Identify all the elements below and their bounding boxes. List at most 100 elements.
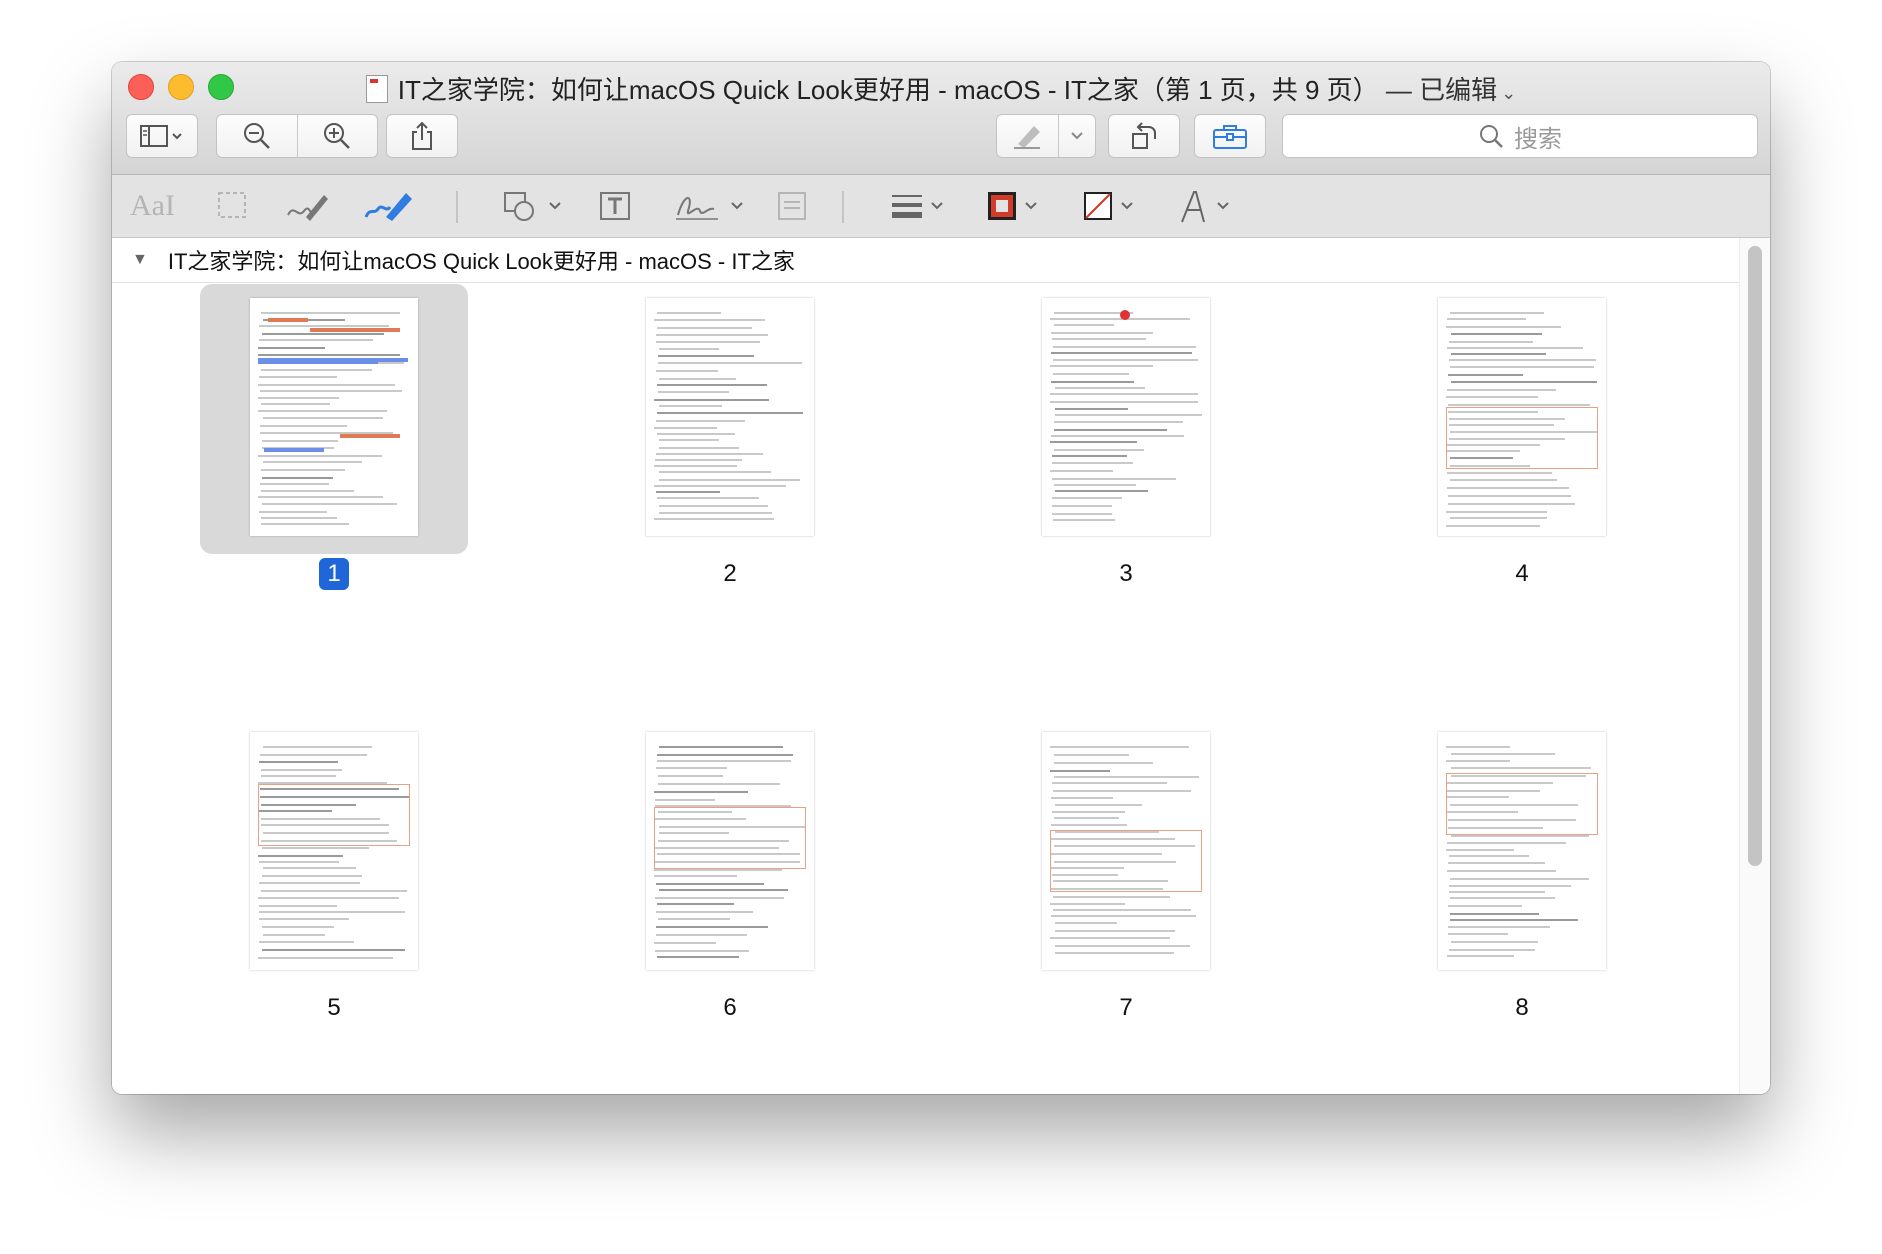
page-text-line <box>1448 503 1575 505</box>
page-text-line <box>259 882 360 884</box>
page-text-line <box>659 439 719 441</box>
page-text-line <box>654 427 717 429</box>
zoom-in-button[interactable] <box>298 121 378 151</box>
page-highlight <box>340 434 400 438</box>
page-thumbnail[interactable]: 4 <box>1388 284 1656 587</box>
page-text-line <box>655 459 742 461</box>
line-style-tool[interactable] <box>890 187 944 225</box>
thumbnail-content-area[interactable]: ▼ IT之家学院：如何让macOS Quick Look更好用 - macOS … <box>112 238 1770 1094</box>
page-text-line <box>259 511 327 513</box>
document-section-header[interactable]: ▼ IT之家学院：如何让macOS Quick Look更好用 - macOS … <box>112 238 1742 283</box>
rotate-button[interactable] <box>1108 114 1180 158</box>
page-text-line <box>261 769 342 771</box>
page-text-line <box>1053 909 1191 911</box>
page-text-line <box>1449 855 1529 857</box>
page-text-line <box>258 384 395 386</box>
page-text-line <box>1451 941 1538 943</box>
disclosure-triangle-icon[interactable]: ▼ <box>132 251 148 269</box>
text-box-tool[interactable] <box>598 187 634 225</box>
page-thumbnail[interactable]: 2 <box>596 284 864 587</box>
share-button[interactable] <box>386 114 458 158</box>
window-title[interactable]: IT之家学院：如何让macOS Quick Look更好用 - macOS - … <box>112 70 1770 107</box>
border-color-icon <box>988 192 1016 220</box>
page-text-line <box>1052 782 1167 784</box>
page-text-line <box>261 469 345 471</box>
page-text-line <box>657 412 803 414</box>
markup-toolbar-button[interactable] <box>1194 114 1266 158</box>
page-text-line <box>1055 930 1175 932</box>
page-text-line <box>1447 318 1526 320</box>
page-text-line <box>1447 955 1514 957</box>
page-text-line <box>659 348 719 350</box>
page-text-line <box>659 447 739 449</box>
page-text-line <box>659 479 800 481</box>
page-text-line <box>654 942 716 944</box>
page-text-line <box>262 875 362 877</box>
highlight-pen-button[interactable] <box>997 122 1058 150</box>
page-text-line <box>657 754 793 756</box>
page-thumbnail[interactable]: 8 <box>1388 718 1656 1021</box>
vertical-scrollbar[interactable] <box>1748 246 1762 866</box>
page-text-line <box>1447 472 1552 474</box>
page-text-line <box>654 485 786 487</box>
page-text-line <box>1053 373 1129 375</box>
page-number-label: 5 <box>200 992 468 1024</box>
dashed-rect-icon <box>218 192 246 218</box>
draw-tool[interactable] <box>362 187 414 225</box>
page-thumbnail[interactable]: 6 <box>596 718 864 1021</box>
page-text-line <box>656 453 763 455</box>
chevron-down-icon[interactable]: ⌄ <box>1501 83 1516 103</box>
chevron-down-icon <box>931 202 943 210</box>
zoom-in-icon <box>324 123 351 149</box>
page-text-line <box>1050 393 1198 395</box>
text-style-tool[interactable] <box>1178 187 1230 225</box>
page-thumbnail[interactable]: 1 <box>200 284 468 590</box>
page-text-line <box>1052 505 1112 507</box>
page-text-line <box>1052 455 1127 457</box>
page-text-line <box>1448 926 1550 928</box>
page-comment-box <box>654 807 806 869</box>
page-text-line <box>658 391 729 393</box>
text-selection-label: AaI <box>130 189 175 222</box>
zoom-out-button[interactable] <box>217 121 297 151</box>
page-text-line <box>1448 862 1545 864</box>
search-field[interactable]: 搜索 <box>1282 114 1758 158</box>
page-text-line <box>658 355 754 357</box>
note-icon <box>778 192 806 220</box>
shapes-tool[interactable] <box>502 187 562 225</box>
page-text-line <box>258 496 383 498</box>
page-text-line <box>1051 824 1127 826</box>
page-preview <box>646 298 814 536</box>
text-selection-tool[interactable]: AaI <box>130 187 175 225</box>
highlight-button[interactable] <box>996 114 1096 158</box>
page-text-line <box>659 471 771 473</box>
page-text-line <box>258 397 339 399</box>
page-text-line <box>1446 760 1510 762</box>
note-tool[interactable] <box>776 187 808 225</box>
sign-tool[interactable] <box>674 187 744 225</box>
page-text-line <box>262 926 334 928</box>
page-text-line <box>1450 878 1589 880</box>
page-text-line <box>1448 495 1571 497</box>
page-number-label: 2 <box>596 558 864 590</box>
page-text-line <box>259 325 389 327</box>
scroll-track[interactable] <box>1739 238 1770 1094</box>
page-thumbnail[interactable]: 7 <box>992 718 1260 1021</box>
page-thumbnail[interactable]: 5 <box>200 718 468 1021</box>
page-text-line <box>657 497 759 499</box>
page-text-line <box>1050 470 1113 472</box>
sketch-tool[interactable] <box>284 187 330 225</box>
page-text-line <box>1447 347 1583 349</box>
text-style-icon <box>1181 191 1205 223</box>
border-color-tool[interactable] <box>986 187 1038 225</box>
fill-color-tool[interactable] <box>1082 187 1134 225</box>
page-text-line <box>259 761 338 763</box>
page-text-line <box>1446 525 1540 527</box>
rect-selection-tool[interactable] <box>216 187 250 225</box>
sidebar-view-button[interactable] <box>126 114 198 158</box>
page-text-line <box>1055 952 1174 954</box>
page-thumbnail[interactable]: 3 <box>992 284 1260 587</box>
markup-toolbar: AaI <box>112 175 1770 238</box>
page-text-line <box>1054 762 1153 764</box>
highlight-menu-button[interactable] <box>1059 131 1095 141</box>
